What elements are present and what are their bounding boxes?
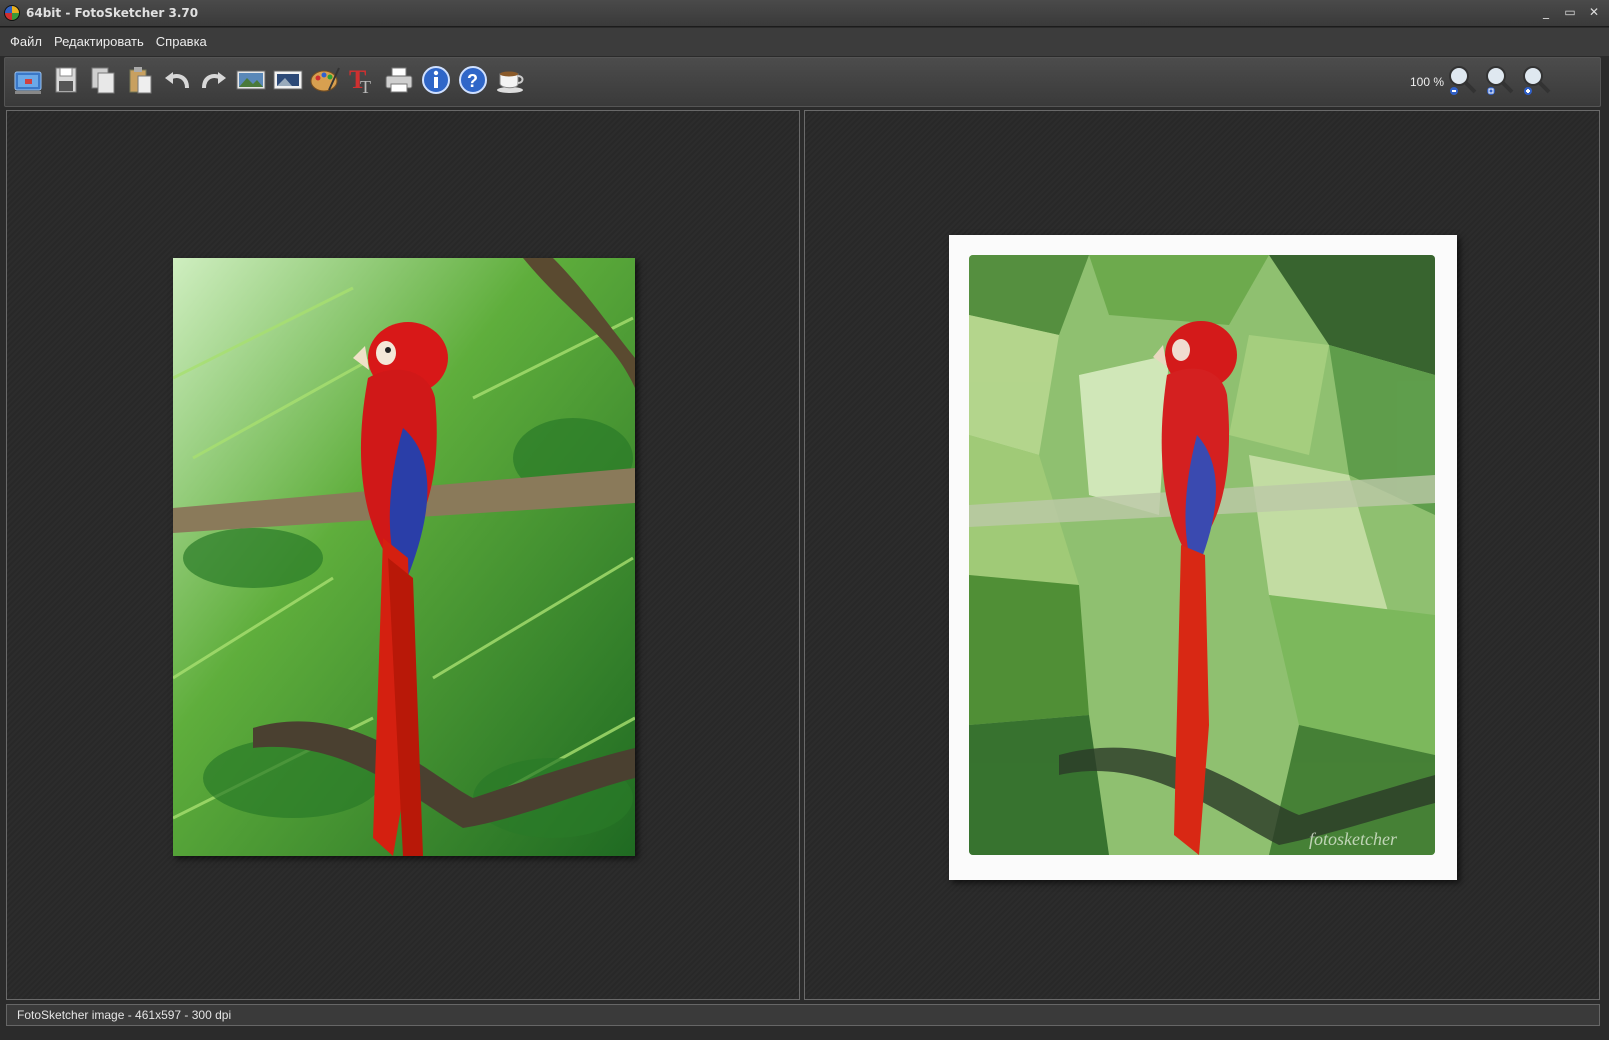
menu-bar: Файл Редактировать Справка <box>0 28 1609 56</box>
help-icon: ? <box>459 66 487 94</box>
text-tool-button[interactable]: T T <box>345 64 379 102</box>
undo-icon <box>165 72 189 89</box>
image-settings-icon <box>236 70 266 90</box>
print-icon <box>385 67 413 93</box>
copy-icon <box>91 67 115 94</box>
copy-button[interactable] <box>86 64 120 102</box>
picture-frame-button[interactable] <box>271 64 305 102</box>
zoom-out-button[interactable] <box>1445 64 1479 102</box>
window-controls: _ ▭ ✕ <box>1539 4 1601 20</box>
zoom-level: 100 % <box>1410 75 1445 89</box>
menu-file[interactable]: Файл <box>4 28 48 56</box>
zoom-out-icon <box>1449 66 1477 95</box>
picture-frame-icon <box>273 70 303 90</box>
window-title: 64bit - FotoSketcher 3.70 <box>26 6 199 20</box>
text-tool-icon: T T <box>349 65 371 96</box>
palette-icon <box>310 67 340 92</box>
zoom-in-icon <box>1523 66 1551 95</box>
menu-edit[interactable]: Редактировать <box>48 28 150 56</box>
original-image-panel[interactable] <box>6 110 800 1000</box>
print-button[interactable] <box>382 64 416 102</box>
app-icon[interactable] <box>4 5 20 21</box>
coffee-cup-icon <box>497 71 524 93</box>
maximize-button[interactable]: ▭ <box>1563 4 1577 20</box>
open-image-button[interactable] <box>11 64 45 102</box>
help-button[interactable]: ? <box>456 64 490 102</box>
menu-help[interactable]: Справка <box>150 28 213 56</box>
paste-icon <box>129 67 152 94</box>
redo-icon <box>202 72 226 89</box>
svg-text:?: ? <box>467 71 478 91</box>
sketch-photo: fotosketcher <box>969 255 1435 855</box>
title-bar: 64bit - FotoSketcher 3.70 _ ▭ ✕ <box>0 0 1609 27</box>
minimize-button[interactable]: _ <box>1539 4 1553 20</box>
palette-button[interactable] <box>308 64 342 102</box>
original-photo <box>173 258 635 856</box>
open-image-icon <box>14 71 42 94</box>
sketch-image-panel[interactable]: fotosketcher <box>804 110 1600 1000</box>
painted-parrot-image: fotosketcher <box>969 255 1435 855</box>
parrot-photo-image <box>173 258 635 856</box>
zoom-in-button[interactable] <box>1519 64 1553 102</box>
redo-button[interactable] <box>197 64 231 102</box>
close-button[interactable]: ✕ <box>1587 4 1601 20</box>
sketch-frame: fotosketcher <box>949 235 1457 880</box>
zoom-fit-button[interactable] <box>1482 64 1516 102</box>
status-bar: FotoSketcher image - 461x597 - 300 dpi <box>6 1004 1600 1026</box>
paste-button[interactable] <box>123 64 157 102</box>
donate-button[interactable] <box>493 64 527 102</box>
save-icon <box>55 67 77 93</box>
sketch-watermark: fotosketcher <box>1309 829 1398 849</box>
save-button[interactable] <box>49 64 83 102</box>
undo-button[interactable] <box>160 64 194 102</box>
info-button[interactable] <box>419 64 453 102</box>
toolbar: T T ? 100 % <box>4 57 1601 107</box>
svg-text:T: T <box>360 77 371 96</box>
info-icon <box>422 66 450 94</box>
zoom-fit-icon <box>1486 66 1514 95</box>
image-settings-button[interactable] <box>234 64 268 102</box>
